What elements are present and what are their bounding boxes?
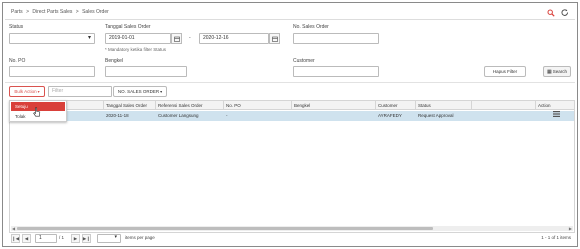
table-cell: Request Approval bbox=[418, 113, 454, 118]
field-selector-button[interactable]: NO. SALES ORDER ▾ bbox=[113, 86, 167, 97]
so-no-label: No. Sales Order bbox=[293, 24, 329, 30]
column-header[interactable]: Referensi Sales Order bbox=[156, 101, 224, 110]
table-cell: 2020-11-18 bbox=[106, 113, 129, 118]
date-hint: * Mandatory ketika filter Status bbox=[105, 47, 167, 52]
top-icons bbox=[546, 8, 569, 17]
column-header[interactable]: Customer bbox=[376, 101, 416, 110]
customer-label: Customer bbox=[293, 58, 315, 64]
bengkel-input[interactable] bbox=[105, 66, 187, 77]
last-page-button[interactable]: ▶❙ bbox=[82, 234, 91, 243]
scroll-right-icon[interactable]: ▶ bbox=[569, 226, 572, 231]
chevron-down-icon: ▾ bbox=[87, 35, 91, 41]
refresh-icon[interactable] bbox=[560, 8, 569, 17]
per-page-select[interactable]: ▾ bbox=[97, 234, 121, 243]
calendar-icon[interactable] bbox=[171, 33, 182, 44]
grid-icon: ▦ bbox=[547, 68, 552, 75]
next-page-button[interactable]: ▶ bbox=[71, 234, 80, 243]
column-header[interactable]: Status bbox=[416, 101, 472, 110]
scrollbar-thumb[interactable] bbox=[17, 227, 433, 230]
bulk-action-button[interactable]: Bulk Action ▾ bbox=[9, 86, 45, 97]
chevron-down-icon: ▾ bbox=[114, 234, 117, 240]
list-icon[interactable] bbox=[552, 111, 560, 121]
breadcrumb-item[interactable]: Parts bbox=[11, 9, 23, 15]
breadcrumb: Parts > Direct Parts Sales > Sales Order bbox=[11, 9, 111, 15]
search-icon[interactable] bbox=[546, 8, 555, 17]
first-page-button[interactable]: ❙◀ bbox=[11, 234, 20, 243]
so-no-input[interactable] bbox=[293, 33, 379, 44]
caret-down-icon: ▾ bbox=[160, 89, 163, 94]
hand-cursor-icon bbox=[33, 107, 41, 120]
column-header[interactable]: No. PO bbox=[224, 101, 292, 110]
column-header[interactable]: Bengkel bbox=[292, 101, 376, 110]
page-count: / 1 bbox=[59, 235, 65, 240]
customer-input[interactable] bbox=[293, 66, 379, 77]
action-cell bbox=[536, 111, 576, 121]
table-row[interactable]: 2020-11-18 Customer Langsung - AYRAFEDY … bbox=[10, 111, 574, 121]
pager-summary: 1 - 1 of 1 items bbox=[541, 235, 571, 240]
date-separator: - bbox=[189, 35, 191, 41]
filter-input[interactable]: Filter bbox=[48, 86, 112, 97]
column-header[interactable]: Tanggal Sales Order bbox=[104, 101, 156, 110]
breadcrumb-sep: > bbox=[26, 9, 29, 15]
clear-filter-button[interactable]: Hapus Filter bbox=[484, 66, 526, 77]
section-divider bbox=[5, 82, 575, 83]
table-cell: Customer Langsung bbox=[158, 113, 199, 118]
date-label: Tanggal Sales Order bbox=[105, 24, 151, 30]
page-input[interactable]: 1 bbox=[35, 234, 57, 243]
bengkel-label: Bengkel bbox=[105, 58, 124, 64]
calendar-icon[interactable] bbox=[269, 33, 280, 44]
date-to-input[interactable]: 2020-12-16 bbox=[199, 33, 269, 44]
po-input[interactable] bbox=[9, 66, 95, 77]
table-cell: - bbox=[226, 113, 228, 118]
grid-header: Tanggal Sales Order Referensi Sales Orde… bbox=[10, 101, 574, 110]
caret-down-icon: ▾ bbox=[37, 89, 40, 94]
breadcrumb-current: Sales Order bbox=[82, 9, 109, 15]
pager: ❙◀ ◀ 1 / 1 ▶ ▶❙ ▾ items per page 1 - 1 o… bbox=[9, 233, 575, 244]
breadcrumb-item[interactable]: Direct Parts Sales bbox=[32, 9, 72, 15]
status-select[interactable]: ▾ bbox=[9, 33, 95, 44]
column-header[interactable] bbox=[472, 101, 536, 110]
per-page-label: items per page bbox=[125, 235, 155, 240]
table-cell: AYRAFEDY bbox=[378, 113, 402, 118]
po-label: No. PO bbox=[9, 58, 26, 64]
prev-page-button[interactable]: ◀ bbox=[22, 234, 31, 243]
column-header[interactable]: Action bbox=[536, 101, 576, 110]
breadcrumb-sep: > bbox=[75, 9, 79, 15]
search-button[interactable]: ▦ Search bbox=[543, 66, 571, 77]
date-from-input[interactable]: 2019-01-01 bbox=[105, 33, 171, 44]
horizontal-scrollbar[interactable]: ◀ ▶ bbox=[11, 226, 573, 231]
header-divider bbox=[5, 19, 575, 20]
app-frame: Parts > Direct Parts Sales > Sales Order… bbox=[2, 2, 578, 247]
sales-order-grid: Tanggal Sales Order Referensi Sales Orde… bbox=[9, 100, 575, 233]
table-cell bbox=[472, 111, 536, 121]
status-label: Status bbox=[9, 24, 24, 30]
table-cell bbox=[292, 111, 376, 121]
scroll-left-icon[interactable]: ◀ bbox=[12, 226, 15, 231]
